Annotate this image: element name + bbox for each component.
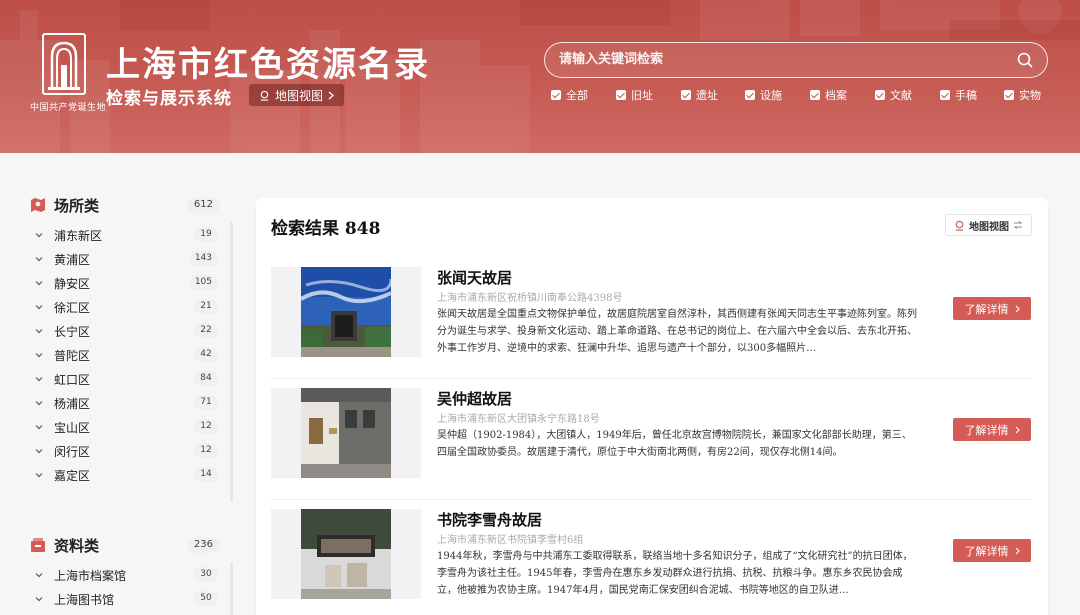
filter-archive[interactable]: 档案 [810,87,847,103]
map-view-toggle-button[interactable]: 地图视图 [945,214,1032,236]
map-icon [955,220,964,231]
checkbox-icon[interactable] [875,90,885,100]
sidebar-item-hongkou[interactable]: 虹口区 84 [30,367,220,391]
filter-ruins[interactable]: 遗址 [681,87,718,103]
sidebar-item-shanghai-library[interactable]: 上海图书馆 50 [30,587,220,611]
residence-photo [301,509,391,599]
sidebar-item-changning[interactable]: 长宁区 22 [30,319,220,343]
header-banner: 中国共产党诞生地 上海市红色资源名录 检索与展示系统 地图视图 全部 旧址 遗址… [0,0,1080,153]
filter-object[interactable]: 实物 [1004,87,1041,103]
sidebar-item-yangpu[interactable]: 杨浦区 71 [30,391,220,415]
category-title: 资料类 [54,536,100,555]
party-logo [42,33,86,95]
result-item: 书院李雪舟故居 上海市浦东新区书院镇李雪村6组 1944年秋，李雪舟与中共浦东工… [271,509,1031,615]
sidebar-scrollbar[interactable] [230,222,233,502]
chevron-down-icon [35,425,43,430]
category-count: 612 [186,197,220,213]
result-address: 上海市浦东新区祝桥镇川南奉公路4398号 [437,293,623,304]
chevron-down-icon [35,353,43,358]
filter-facility[interactable]: 设施 [745,87,782,103]
result-title[interactable]: 书院李雪舟故居 [437,509,542,530]
chevron-down-icon [35,377,43,382]
chevron-down-icon [35,401,43,406]
detail-button[interactable]: 了解详情 [953,539,1031,562]
result-thumbnail[interactable] [271,509,421,599]
result-address: 上海市浦东新区大团镇永宁东路18号 [437,414,600,425]
sidebar-item-jingan[interactable]: 静安区 105 [30,271,220,295]
checkbox-icon[interactable] [1004,90,1014,100]
building-emblem-icon [48,41,80,90]
checkbox-icon[interactable] [681,90,691,100]
detail-button[interactable]: 了解详情 [953,418,1031,441]
map-view-label: 地图视图 [969,221,1009,233]
sidebar-item-municipal-archives[interactable]: 上海市档案馆 30 [30,563,220,587]
results-panel: 检索结果 848 地图视图 张闻天故居 上海市浦东新区祝桥镇川南奉公路4398号… [256,198,1048,615]
result-description: 1944年秋，李雪舟与中共浦东工委取得联系，联络当地十多名知识分子，组成了“文化… [437,551,913,596]
result-title[interactable]: 吴仲超故居 [437,388,512,409]
chevron-right-icon [1015,547,1020,554]
chevron-right-icon [1015,426,1020,433]
sidebar: 场所类 612 浦东新区 19 黄浦区 143 静安区 105 徐汇区 21 长宁区 22… [30,186,235,615]
sidebar-item-jiading[interactable]: 嘉定区 14 [30,463,220,487]
result-item: 吴仲超故居 上海市浦东新区大团镇永宁东路18号 吴仲超（1902-1984），大… [271,388,1031,500]
chevron-down-icon [35,449,43,454]
category-title: 场所类 [54,196,100,215]
filter-group: 全部 旧址 遗址 设施 档案 文献 手稿 实物 [551,87,1051,103]
result-title[interactable]: 张闻天故居 [437,267,512,288]
filter-old-site[interactable]: 旧址 [616,87,653,103]
sidebar-item-minhang[interactable]: 闵行区 12 [30,439,220,463]
category-materials[interactable]: 资料类 236 [30,534,220,556]
sidebar-item-putuo[interactable]: 普陀区 42 [30,343,220,367]
chevron-down-icon [35,573,43,578]
switch-icon [1013,221,1023,229]
result-thumbnail[interactable] [271,388,421,478]
sidebar-item-baoshan[interactable]: 宝山区 12 [30,415,220,439]
chevron-down-icon [35,329,43,334]
checkbox-icon[interactable] [551,90,561,100]
sidebar-item-pudong[interactable]: 浦东新区 19 [30,223,220,247]
result-description: 吴仲超（1902-1984），大团镇人，1949年后，曾任北京故宫博物院院长，兼… [437,430,912,458]
chevron-down-icon [35,281,43,286]
archive-icon [31,538,45,552]
result-description: 张闻天故居是全国重点文物保护单位，故居庭院居室自然淳朴，其西侧建有张闻天同志生平… [437,309,917,354]
checkbox-icon[interactable] [616,90,626,100]
map-pin-icon [31,198,45,212]
residence-photo [301,267,391,357]
district-list: 浦东新区 19 黄浦区 143 静安区 105 徐汇区 21 长宁区 22 普陀区 42 虹… [30,223,220,487]
chevron-right-icon [1015,305,1020,312]
result-address: 上海市浦东新区书院镇李雪村6组 [437,535,584,546]
detail-button[interactable]: 了解详情 [953,297,1031,320]
search-icon[interactable] [1017,52,1033,68]
filter-document[interactable]: 文献 [875,87,912,103]
site-subtitle: 检索与展示系统 [106,89,232,109]
chevron-down-icon [35,257,43,262]
category-count: 236 [186,537,220,553]
result-thumbnail[interactable] [271,267,421,357]
category-venues[interactable]: 场所类 612 [30,194,220,216]
search-bar [544,42,1048,78]
sidebar-item-xuhui[interactable]: 徐汇区 21 [30,295,220,319]
logo-caption: 中国共产党诞生地 [30,103,107,113]
filter-all[interactable]: 全部 [551,87,588,103]
map-icon [260,90,269,101]
sidebar-scrollbar[interactable] [230,562,233,615]
map-view-label: 地图视图 [275,88,324,103]
chevron-down-icon [35,233,43,238]
filter-manuscript[interactable]: 手稿 [940,87,977,103]
residence-photo [301,388,391,478]
checkbox-icon[interactable] [810,90,820,100]
library-list: 上海市档案馆 30 上海图书馆 50 [30,563,220,611]
sidebar-item-huangpu[interactable]: 黄浦区 143 [30,247,220,271]
checkbox-icon[interactable] [940,90,950,100]
search-input[interactable] [559,43,999,76]
chevron-down-icon [35,597,43,602]
chevron-down-icon [35,305,43,310]
result-item: 张闻天故居 上海市浦东新区祝桥镇川南奉公路4398号 张闻天故居是全国重点文物保… [271,267,1031,379]
map-view-button[interactable]: 地图视图 [249,84,345,106]
results-count-title: 检索结果 848 [271,219,381,239]
chevron-down-icon [35,473,43,478]
chevron-right-icon [328,91,334,99]
site-title: 上海市红色资源名录 [106,45,430,85]
checkbox-icon[interactable] [745,90,755,100]
